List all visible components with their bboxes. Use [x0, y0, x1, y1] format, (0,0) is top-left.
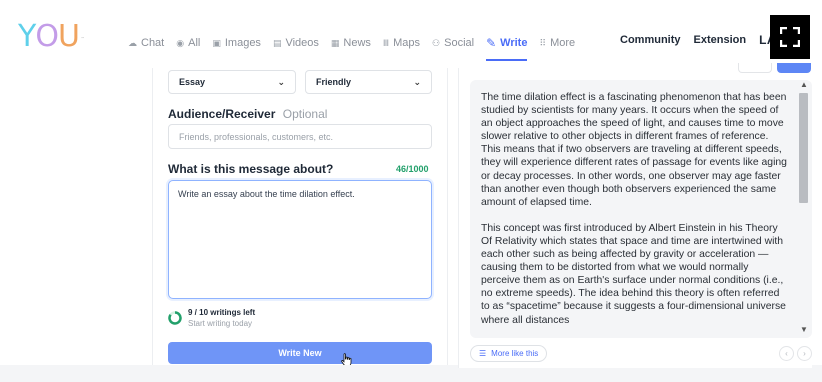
more-like-this-label: More like this	[491, 349, 539, 358]
scrollbar-thumb[interactable]	[799, 93, 808, 203]
previous-result-icon[interactable]: ‹	[779, 346, 794, 361]
more-icon: ⠿	[539, 37, 547, 48]
nav-tab-label: Images	[224, 37, 261, 49]
all-icon: ◉	[176, 37, 185, 48]
quota-text: 9 / 10 writings left Start writing today	[188, 308, 255, 328]
extension-link[interactable]: Extension	[694, 34, 747, 46]
nav-tab-label: Social	[444, 37, 475, 49]
social-icon: ⚇	[432, 37, 441, 48]
write-new-button[interactable]: Write New	[168, 342, 432, 364]
search-verticals-nav: ☁ Chat ◉ All ▣ Images ▤ Videos ▦ News Ⅲ Maps ⚇ Social…	[128, 33, 587, 61]
nav-tab-maps[interactable]: Ⅲ Maps	[383, 33, 420, 53]
result-pager: ‹ ›	[779, 346, 812, 361]
writing-type-select[interactable]: Essay ⌄	[168, 70, 296, 94]
scroll-down-arrow-icon[interactable]: ▼	[800, 325, 808, 334]
chat-icon: ☁	[128, 37, 137, 48]
generated-paragraph: This concept was first introduced by Alb…	[481, 222, 786, 326]
maps-icon: Ⅲ	[382, 37, 390, 48]
nav-tab-chat[interactable]: ☁ Chat	[128, 33, 164, 53]
write-icon: ✎	[486, 36, 497, 50]
audience-label-text: Audience/Receiver	[168, 107, 276, 121]
nav-tab-label: Chat	[141, 37, 165, 49]
nav-tab-news[interactable]: ▦ News	[331, 33, 371, 53]
optional-label: Optional	[282, 107, 328, 121]
tone-select[interactable]: Friendly ⌄	[305, 70, 432, 94]
news-icon: ▦	[330, 37, 340, 48]
nav-tab-videos[interactable]: ▤ Videos	[273, 33, 319, 53]
nav-tab-write[interactable]: ✎ Write	[486, 33, 528, 61]
nav-tab-label: Maps	[393, 37, 421, 49]
you-logo[interactable]: Y O U ™	[18, 19, 85, 56]
nav-tab-more[interactable]: ⠿ More	[539, 33, 575, 53]
community-link[interactable]: Community	[620, 34, 681, 46]
audience-label: Audience/Receiver Optional	[168, 107, 327, 121]
logo-letter-u: U	[57, 19, 80, 54]
nav-tab-label: News	[343, 37, 371, 49]
start-writing-text: Start writing today	[188, 319, 253, 328]
writings-left-text: 9 / 10 writings left	[188, 308, 256, 317]
logo-letter-o: O	[35, 19, 59, 54]
chevron-down-icon: ⌄	[413, 76, 421, 87]
nav-tab-social[interactable]: ⚇ Social	[432, 33, 474, 53]
generated-text-box: The time dilation effect is a fascinatin…	[470, 80, 812, 338]
copy-button[interactable]	[738, 63, 772, 73]
writings-quota: 9 / 10 writings left Start writing today	[168, 308, 255, 328]
videos-icon: ▤	[272, 37, 282, 48]
audience-input[interactable]	[168, 124, 432, 149]
chevron-down-icon: ⌄	[277, 76, 285, 87]
logo-letter-y: Y	[18, 19, 36, 54]
fullscreen-button[interactable]	[770, 15, 810, 59]
nav-tab-label: Write	[500, 37, 528, 49]
more-like-this-button[interactable]: ☰ More like this	[470, 345, 548, 362]
scroll-up-arrow-icon[interactable]: ▲	[800, 80, 808, 89]
top-navigation-bar: Y O U ™ ☁ Chat ◉ All ▣ Images ▤ Videos ▦ News Ⅲ Map…	[0, 0, 822, 72]
generated-text: The time dilation effect is a fascinatin…	[481, 91, 789, 338]
message-topic-label: What is this message about?	[168, 162, 334, 176]
images-icon: ▣	[212, 37, 221, 48]
nav-tab-label: All	[188, 37, 201, 49]
progress-ring-icon	[168, 311, 182, 325]
primary-action-button[interactable]	[777, 63, 811, 73]
nav-tab-all[interactable]: ◉ All	[176, 33, 200, 53]
tone-value: Friendly	[316, 77, 352, 87]
nav-tab-label: Videos	[285, 37, 319, 49]
character-count: 46/1000	[396, 164, 429, 174]
message-topic-textarea[interactable]: Write an essay about the time dilation e…	[168, 180, 432, 299]
nav-tab-images[interactable]: ▣ Images	[212, 33, 261, 53]
list-plus-icon: ☰	[479, 349, 487, 358]
generated-paragraph: The time dilation effect is a fascinatin…	[481, 92, 787, 208]
logo-trademark: ™	[80, 36, 85, 41]
nav-tab-label: More	[550, 37, 576, 49]
writing-type-value: Essay	[179, 77, 206, 87]
fullscreen-icon	[780, 27, 800, 47]
next-result-icon[interactable]: ›	[797, 346, 812, 361]
